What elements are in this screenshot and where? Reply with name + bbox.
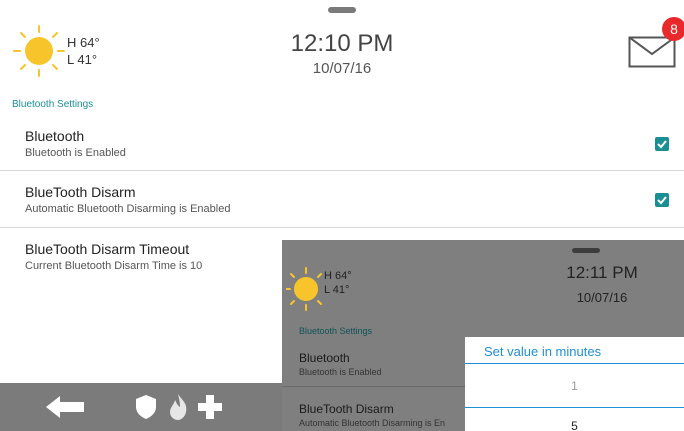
bluetooth-checkbox[interactable] <box>655 137 669 151</box>
shield-icon[interactable] <box>136 395 156 424</box>
bluetooth-disarm-checkbox[interactable] <box>655 193 669 207</box>
setting-title: Bluetooth <box>299 351 350 365</box>
set-minutes-dialog: Set value in minutes 1 5 <box>465 337 684 431</box>
row-divider <box>282 386 466 387</box>
picker-value-selected[interactable]: 5 <box>465 419 684 431</box>
bluetooth-settings-screen: H 64° L 41° 12:10 PM 10/07/16 8 Bluetoot… <box>0 0 684 431</box>
message-count-badge: 8 <box>662 17 684 41</box>
setting-subtitle: Bluetooth is Enabled <box>25 147 126 159</box>
timeout-picker-screen: H 64° L 41° 12:11 PM 10/07/16 Bluetooth … <box>282 240 684 431</box>
picker-value[interactable]: 1 <box>465 379 684 393</box>
clock-date: 10/07/16 <box>576 290 628 305</box>
clock-date: 10/07/16 <box>312 60 372 77</box>
mail-icon[interactable] <box>628 36 676 68</box>
fire-icon[interactable] <box>168 394 188 425</box>
setting-subtitle: Current Bluetooth Disarm Time is 10 <box>25 260 203 272</box>
setting-subtitle: Bluetooth is Enabled <box>299 367 382 377</box>
pull-down-handle[interactable] <box>328 7 356 13</box>
setting-row-bluetooth-disarm[interactable]: BlueTooth Disarm Automatic Bluetooth Dis… <box>0 171 684 228</box>
setting-title: BlueTooth Disarm <box>299 402 394 416</box>
dialog-divider <box>465 363 684 364</box>
back-arrow-icon[interactable] <box>46 396 84 423</box>
setting-title: BlueTooth Disarm <box>25 184 136 200</box>
temperature-high: H 64° <box>324 270 352 282</box>
section-title: Bluetooth Settings <box>299 326 373 336</box>
setting-title: Bluetooth <box>25 128 85 144</box>
setting-title: BlueTooth Disarm Timeout <box>25 241 190 257</box>
setting-subtitle: Automatic Bluetooth Disarming is En <box>299 418 446 428</box>
pull-down-handle[interactable] <box>572 248 600 253</box>
section-title: Bluetooth Settings <box>12 99 94 110</box>
clock-time: 12:10 PM <box>290 30 394 57</box>
clock-time: 12:11 PM <box>566 263 638 282</box>
setting-subtitle: Automatic Bluetooth Disarming is Enabled <box>25 203 231 215</box>
setting-row-bluetooth[interactable]: Bluetooth Bluetooth is Enabled <box>0 117 684 171</box>
medical-cross-icon[interactable] <box>198 395 222 424</box>
temperature-low: L 41° <box>324 284 350 296</box>
dialog-title: Set value in minutes <box>484 344 602 359</box>
picker-selection-line <box>465 407 684 408</box>
